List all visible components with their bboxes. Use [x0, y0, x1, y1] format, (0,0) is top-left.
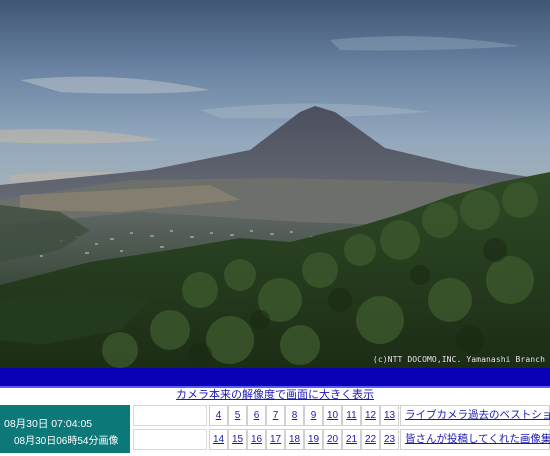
hour-link[interactable]: 18 [289, 434, 300, 445]
hour-cell: 20 [323, 429, 342, 450]
hour-cell: 9 [304, 405, 323, 426]
hour-link[interactable]: 11 [346, 410, 356, 421]
user-gallery-link[interactable]: 皆さんが投稿してくれた画像集 [405, 433, 550, 445]
hour-cell: 19 [304, 429, 323, 450]
blank-cell [133, 429, 207, 450]
hour-link[interactable]: 12 [365, 410, 376, 421]
hour-link[interactable]: 19 [308, 434, 319, 445]
hour-cell: 21 [342, 429, 361, 450]
hour-link[interactable]: 13 [384, 410, 395, 421]
hour-link[interactable]: 16 [251, 434, 262, 445]
hour-link[interactable]: 15 [232, 434, 243, 445]
bottom-panel: 08月30日 07:04:05 08月30日06時54分画像 4 5 6 7 8… [0, 405, 550, 456]
hour-link[interactable]: 9 [311, 410, 317, 421]
copyright-credit: (c)NTT DOCOMO,INC. Yamanashi Branch [372, 355, 545, 364]
blank-cells [133, 405, 207, 453]
live-camera-image: (c)NTT DOCOMO,INC. Yamanashi Branch [0, 0, 550, 368]
hour-cell: 16 [247, 429, 266, 450]
hour-link[interactable]: 23 [384, 434, 395, 445]
hour-link[interactable]: 7 [273, 410, 279, 421]
user-gallery-cell: 皆さんが投稿してくれた画像集 [400, 429, 550, 450]
hour-link[interactable]: 8 [292, 410, 298, 421]
side-links: ライブカメラ過去のベストショット 皆さんが投稿してくれた画像集 [400, 405, 550, 453]
hour-cell: 18 [285, 429, 304, 450]
best-shot-cell: ライブカメラ過去のベストショット [400, 405, 550, 426]
hour-link[interactable]: 4 [216, 410, 222, 421]
hour-cell: 12 [361, 405, 380, 426]
hour-link[interactable]: 22 [365, 434, 376, 445]
mount-fuji-scene [0, 0, 550, 368]
current-time: 08月30日 07:04:05 [4, 418, 93, 430]
time-display: 08月30日 07:04:05 08月30日06時54分画像 [0, 405, 130, 453]
header-bar [0, 368, 550, 386]
hour-link[interactable]: 20 [327, 434, 338, 445]
hour-cell: 7 [266, 405, 285, 426]
hour-cell: 11 [342, 405, 361, 426]
large-view-link[interactable]: カメラ本来の解像度で画面に大きく表示 [176, 389, 374, 401]
large-view-row: カメラ本来の解像度で画面に大きく表示 [0, 388, 550, 404]
hour-cell: 13 [380, 405, 399, 426]
hour-link[interactable]: 21 [346, 434, 357, 445]
hour-cell: 14 [209, 429, 228, 450]
hour-link[interactable]: 6 [254, 410, 260, 421]
hour-cell: 4 [209, 405, 228, 426]
hour-cell: 10 [323, 405, 342, 426]
hour-cell: 5 [228, 405, 247, 426]
hour-cell: 8 [285, 405, 304, 426]
hour-cell: 15 [228, 429, 247, 450]
best-shot-link[interactable]: ライブカメラ過去のベストショット [405, 409, 550, 421]
hour-link[interactable]: 5 [235, 410, 241, 421]
hour-link[interactable]: 17 [270, 434, 281, 445]
hour-cell: 22 [361, 429, 380, 450]
blank-cell [133, 405, 207, 426]
hour-link[interactable]: 10 [327, 410, 338, 421]
hour-cell: 23 [380, 429, 399, 450]
hour-cell: 17 [266, 429, 285, 450]
hour-link[interactable]: 14 [213, 434, 224, 445]
image-time: 08月30日06時54分画像 [14, 436, 119, 447]
hour-cell: 6 [247, 405, 266, 426]
